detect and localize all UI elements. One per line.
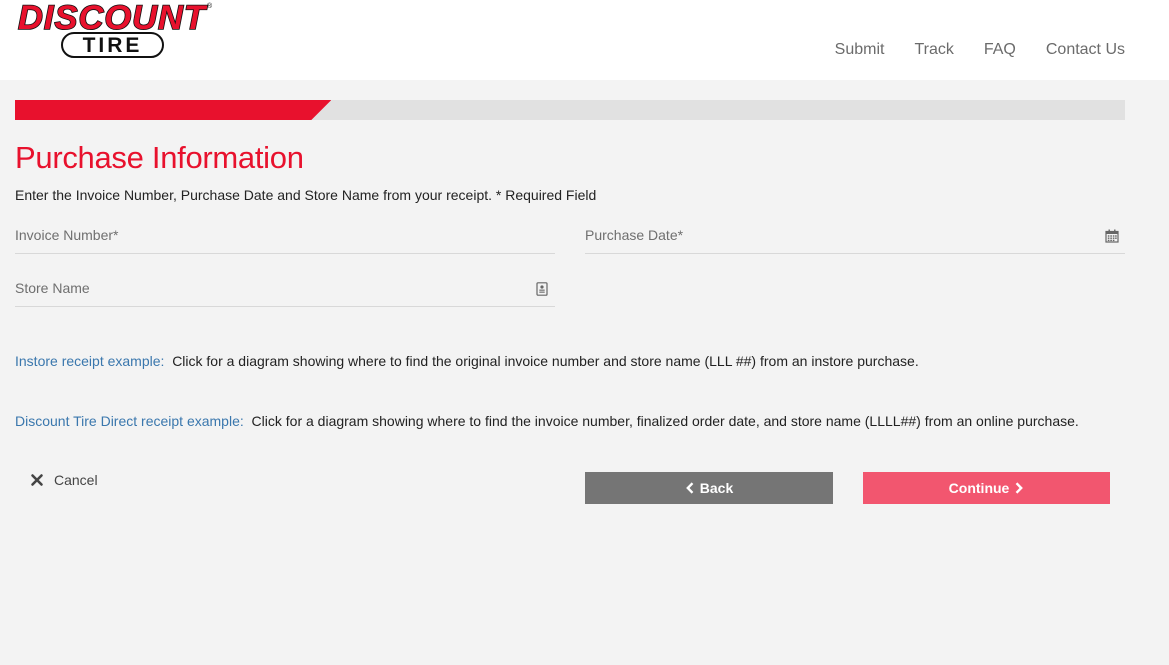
logo-graphic: DISCOUNT ® TIRE bbox=[17, 0, 213, 58]
cancel-label: Cancel bbox=[54, 472, 98, 488]
chevron-right-icon bbox=[1015, 482, 1024, 494]
back-button[interactable]: Back bbox=[585, 472, 833, 504]
store-name-input[interactable] bbox=[15, 273, 555, 303]
invoice-number-input[interactable] bbox=[15, 220, 555, 250]
chevron-left-icon bbox=[685, 482, 694, 494]
logo-text-tire: TIRE bbox=[83, 34, 143, 57]
direct-receipt-link[interactable]: Discount Tire Direct receipt example: bbox=[15, 413, 244, 429]
instore-receipt-link[interactable]: Instore receipt example: bbox=[15, 353, 164, 369]
continue-button[interactable]: Continue bbox=[863, 472, 1110, 504]
page-title: Purchase Information bbox=[15, 140, 304, 175]
nav-faq[interactable]: FAQ bbox=[984, 40, 1016, 60]
main-nav: Submit Track FAQ Contact Us bbox=[805, 40, 1125, 60]
calendar-icon[interactable] bbox=[1105, 229, 1119, 243]
close-icon bbox=[31, 474, 43, 486]
discount-tire-logo[interactable]: DISCOUNT ® TIRE bbox=[16, 0, 216, 60]
progress-bar-fill bbox=[15, 100, 331, 120]
page-instructions: Enter the Invoice Number, Purchase Date … bbox=[15, 187, 597, 203]
back-label: Back bbox=[699, 480, 734, 496]
store-name-field bbox=[15, 271, 555, 307]
direct-receipt-description: Click for a diagram showing where to fin… bbox=[251, 413, 1079, 429]
nav-contact-us[interactable]: Contact Us bbox=[1046, 40, 1125, 60]
store-list-icon[interactable] bbox=[535, 282, 549, 296]
nav-submit[interactable]: Submit bbox=[835, 40, 885, 60]
instore-receipt-description: Click for a diagram showing where to fin… bbox=[172, 353, 919, 369]
continue-label: Continue bbox=[948, 480, 1010, 496]
purchase-date-field bbox=[585, 218, 1125, 254]
site-header: DISCOUNT ® TIRE Submit Track FAQ Contact… bbox=[0, 0, 1169, 80]
instore-receipt-row: Instore receipt example: Click for a dia… bbox=[15, 352, 919, 370]
direct-receipt-row: Discount Tire Direct receipt example: Cl… bbox=[15, 412, 1079, 430]
purchase-date-input[interactable] bbox=[585, 220, 1125, 250]
nav-track[interactable]: Track bbox=[914, 40, 953, 60]
logo-registered-mark: ® bbox=[207, 2, 213, 10]
cancel-button[interactable]: Cancel bbox=[30, 472, 98, 488]
invoice-number-field bbox=[15, 218, 555, 254]
logo-text-discount: DISCOUNT bbox=[18, 0, 208, 37]
progress-bar bbox=[15, 100, 1125, 120]
